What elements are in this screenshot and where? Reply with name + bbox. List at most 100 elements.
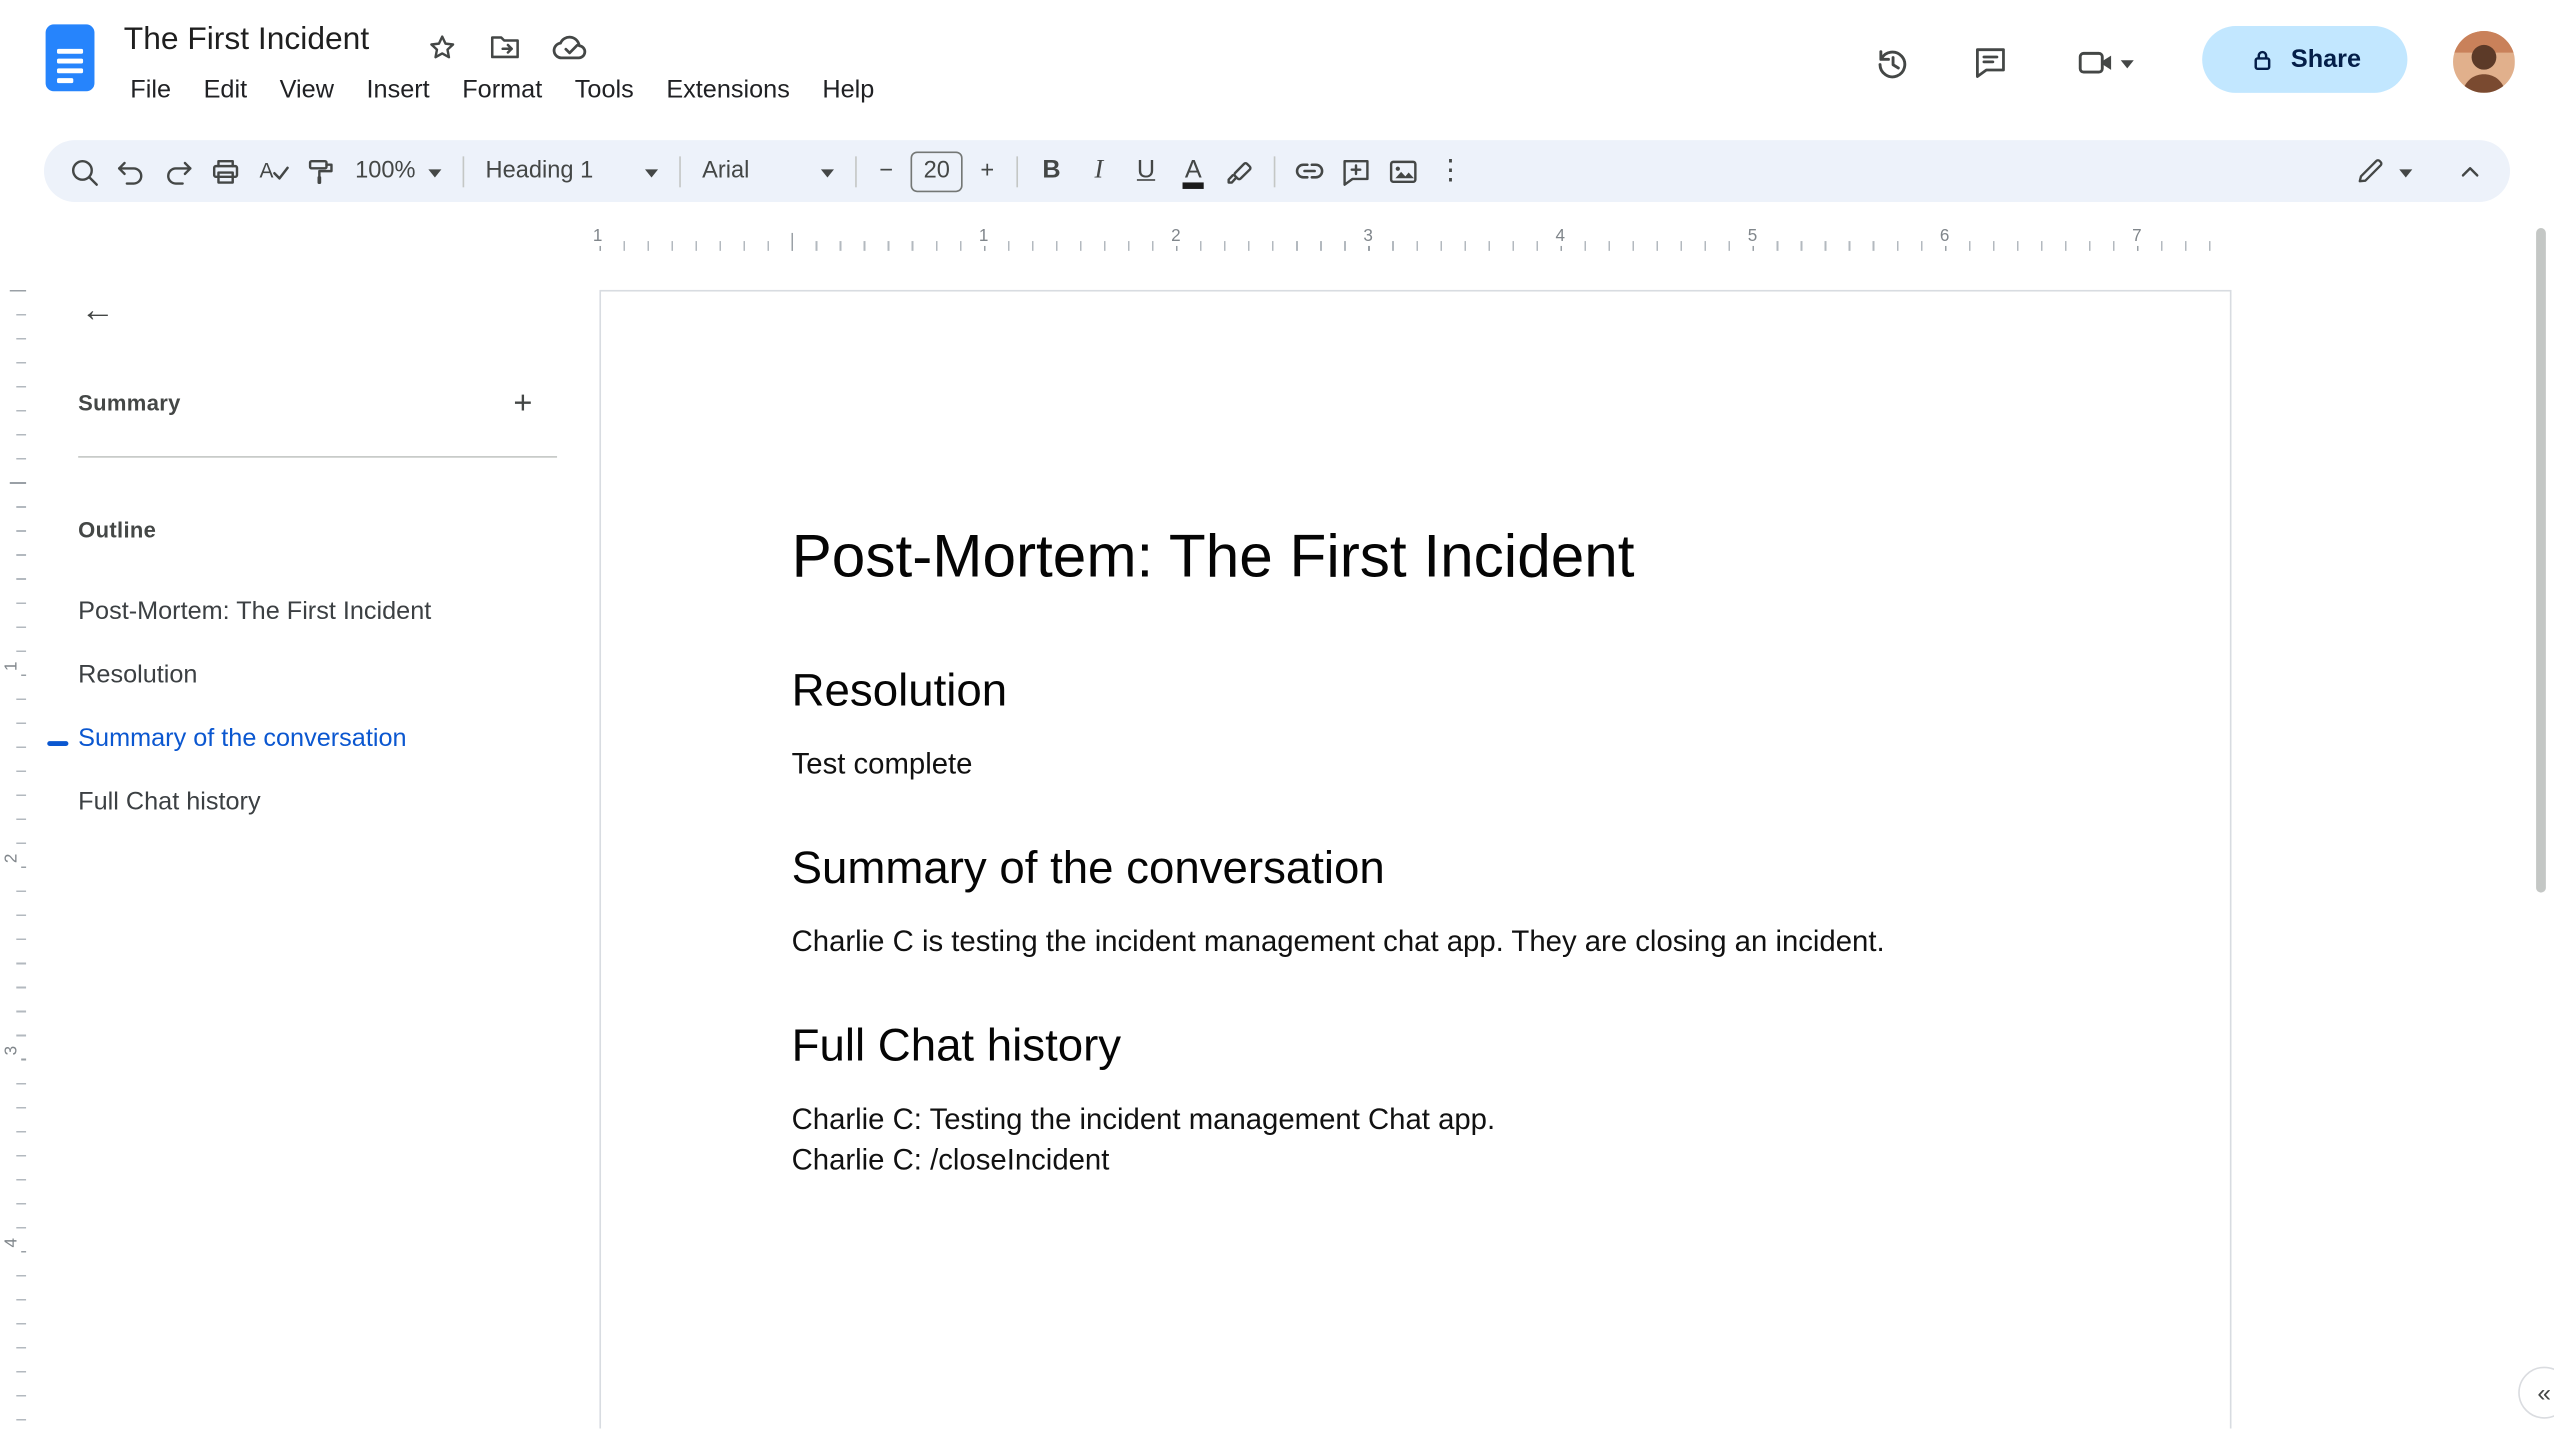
print-icon xyxy=(212,159,239,183)
menu-help[interactable]: Help xyxy=(806,72,891,111)
outline-heading: Outline xyxy=(78,517,157,543)
doc-paragraph[interactable]: Charlie C: Testing the incident manageme… xyxy=(792,1099,2038,1140)
doc-heading-resolution[interactable]: Resolution xyxy=(792,663,2038,718)
text-color-button[interactable]: A xyxy=(1170,147,1217,194)
paint-roller-icon xyxy=(308,159,333,184)
doc-paragraph[interactable]: Charlie C: /closeIncident xyxy=(792,1140,2038,1181)
redo-button[interactable] xyxy=(155,147,202,194)
meet-call-button[interactable] xyxy=(2069,36,2134,88)
zoom-value: 100% xyxy=(355,157,416,185)
menu-format[interactable]: Format xyxy=(446,72,559,111)
ruler-number: 2 xyxy=(1167,226,1184,246)
toolbar-divider xyxy=(679,155,682,187)
ruler-ticks-major xyxy=(599,232,2232,251)
more-vert-icon: ⋮ xyxy=(1436,154,1465,186)
paragraph-style-select[interactable]: Heading 1 xyxy=(474,147,669,194)
document-status-button[interactable] xyxy=(549,26,591,68)
link-icon xyxy=(1295,163,1323,179)
outline-item-resolution[interactable]: Resolution xyxy=(78,661,550,690)
underline-button[interactable]: U xyxy=(1122,147,1169,194)
increase-font-size-button[interactable]: + xyxy=(968,147,1007,194)
spellcheck-icon: A xyxy=(259,160,288,183)
doc-paragraph[interactable]: Charlie C is testing the incident manage… xyxy=(792,922,2038,963)
image-icon xyxy=(1390,159,1417,183)
undo-button[interactable] xyxy=(108,147,155,194)
chevron-down-icon[interactable] xyxy=(2120,59,2134,74)
more-toolbar-options-button[interactable]: ⋮ xyxy=(1427,147,1474,194)
outline-item-full-chat-history[interactable]: Full Chat history xyxy=(78,788,550,817)
menu-file[interactable]: File xyxy=(114,72,187,111)
outline-item-post-mortem[interactable]: Post-Mortem: The First Incident xyxy=(78,598,550,627)
version-history-button[interactable] xyxy=(1865,36,1917,88)
print-button[interactable] xyxy=(202,147,249,194)
text-color-swatch xyxy=(1182,182,1204,189)
horizontal-ruler: 1 1 2 3 4 5 6 7 xyxy=(0,221,2554,466)
comments-button[interactable] xyxy=(1964,36,2016,88)
editing-mode-select[interactable] xyxy=(2342,147,2423,194)
plus-icon: + xyxy=(513,385,533,422)
spelling-check-button[interactable]: A xyxy=(249,147,296,194)
add-comment-button[interactable] xyxy=(1333,147,1380,194)
font-family-value: Arial xyxy=(702,157,750,185)
vertical-scrollbar[interactable] xyxy=(2536,228,2546,893)
search-menus-button[interactable] xyxy=(60,147,107,194)
hide-menus-button[interactable] xyxy=(2447,147,2494,194)
insert-image-button[interactable] xyxy=(1380,147,1427,194)
share-button[interactable]: Share xyxy=(2202,26,2408,93)
summary-heading: Summary xyxy=(78,390,181,416)
vertical-ruler: 1 2 3 4 xyxy=(0,260,31,1429)
move-to-folder-button[interactable] xyxy=(484,26,526,68)
menu-tools[interactable]: Tools xyxy=(559,72,651,111)
ruler-number: 5 xyxy=(1744,226,1761,246)
double-chevron-left-icon: « xyxy=(2537,1378,2552,1407)
search-icon xyxy=(71,159,98,186)
decrease-font-size-button[interactable]: − xyxy=(867,147,906,194)
document-page[interactable]: Post-Mortem: The First Incident Resoluti… xyxy=(599,289,2232,1429)
paint-format-button[interactable] xyxy=(296,147,343,194)
star-icon xyxy=(429,34,454,58)
plus-icon: + xyxy=(980,157,995,185)
font-size-input[interactable]: 20 xyxy=(910,150,963,192)
format-toolbar: A 100% Heading 1 Arial − 20 + B I U A ⋮ xyxy=(43,140,2511,202)
zoom-select[interactable]: 100% xyxy=(344,147,453,194)
chevron-down-icon xyxy=(428,168,442,184)
ruler-number: 4 xyxy=(1552,226,1569,246)
chevron-down-icon xyxy=(645,168,659,184)
sidebar-divider xyxy=(78,456,558,458)
menu-edit[interactable]: Edit xyxy=(187,72,263,111)
close-outline-button[interactable]: ← xyxy=(72,285,124,337)
cloud-saved-icon xyxy=(552,35,587,60)
document-title-input[interactable]: The First Incident xyxy=(124,21,369,58)
doc-heading-chat-history[interactable]: Full Chat history xyxy=(792,1018,2038,1073)
text-color-icon: A xyxy=(1184,156,1202,185)
doc-heading-summary[interactable]: Summary of the conversation xyxy=(792,840,2038,895)
highlight-color-button[interactable] xyxy=(1217,147,1264,194)
history-icon xyxy=(1877,49,1906,78)
docs-logo-icon[interactable] xyxy=(45,24,95,92)
toolbar-divider xyxy=(1016,155,1019,187)
font-family-select[interactable]: Arial xyxy=(691,147,846,194)
lock-icon xyxy=(2255,50,2272,70)
add-summary-button[interactable]: + xyxy=(498,380,547,429)
account-avatar[interactable] xyxy=(2453,30,2515,93)
doc-paragraph[interactable]: Test complete xyxy=(792,744,2038,785)
chevron-down-icon xyxy=(821,168,835,184)
show-side-panel-button[interactable]: « xyxy=(2518,1366,2554,1419)
folder-move-icon xyxy=(490,36,519,59)
italic-button[interactable]: I xyxy=(1075,147,1122,194)
avatar-photo xyxy=(2453,30,2515,93)
ruler-number: 4 xyxy=(1,1231,22,1255)
pen-icon xyxy=(2358,159,2383,183)
menu-extensions[interactable]: Extensions xyxy=(650,72,806,111)
italic-icon: I xyxy=(1094,156,1104,185)
share-button-label: Share xyxy=(2290,44,2362,73)
bold-button[interactable]: B xyxy=(1028,147,1075,194)
star-button[interactable] xyxy=(420,26,462,68)
menu-insert[interactable]: Insert xyxy=(350,72,446,111)
google-docs-app: The First Incident File Edit View Insert… xyxy=(0,0,2554,1429)
insert-link-button[interactable] xyxy=(1285,147,1332,194)
ruler-number: 7 xyxy=(2128,226,2145,246)
menu-view[interactable]: View xyxy=(263,72,350,111)
doc-heading-title[interactable]: Post-Mortem: The First Incident xyxy=(792,520,2038,595)
outline-item-summary-of-conversation[interactable]: Summary of the conversation xyxy=(78,725,550,754)
